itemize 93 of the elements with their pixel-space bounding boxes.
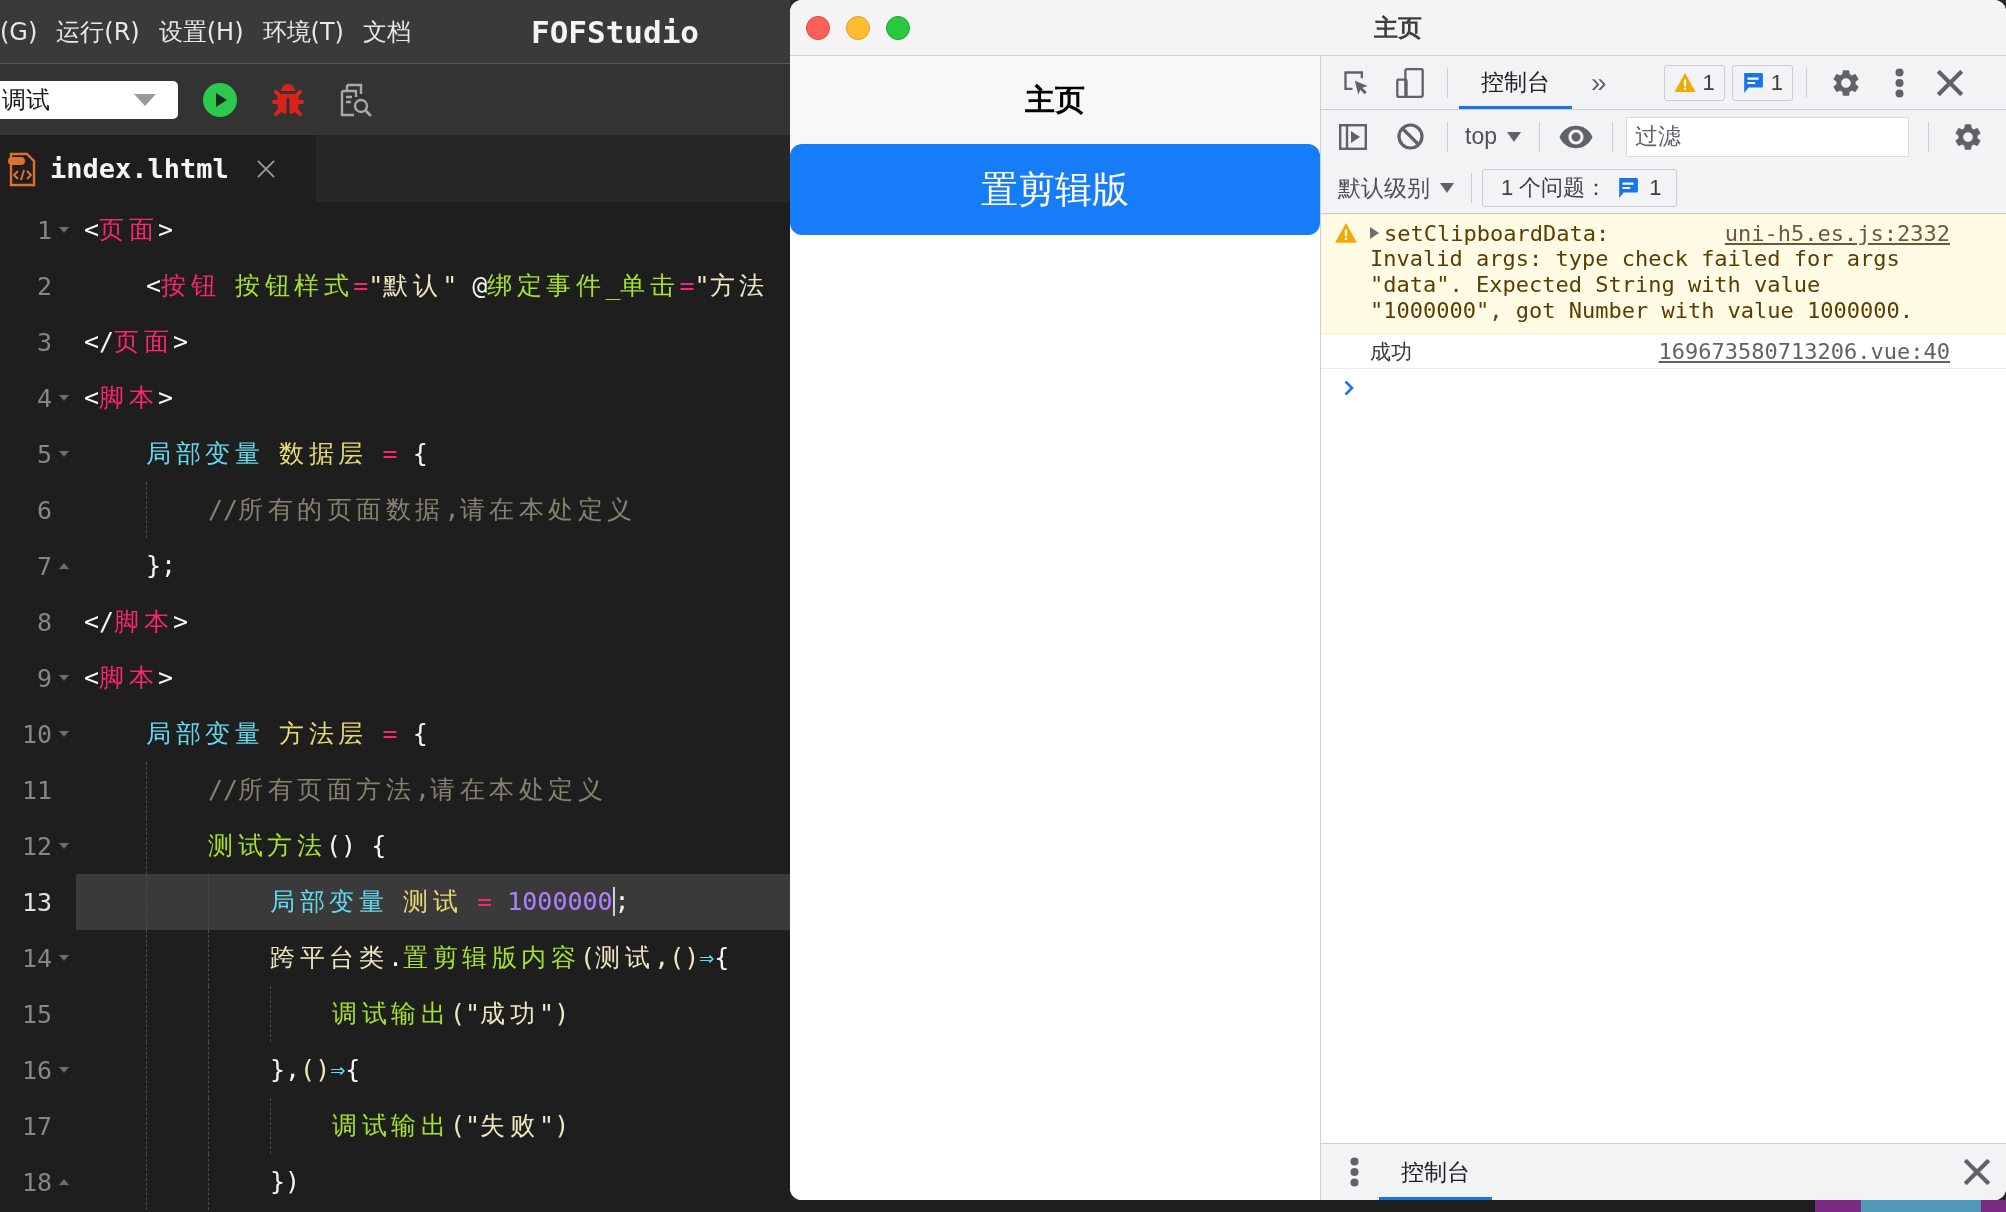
caret-up-icon[interactable] <box>59 1179 69 1185</box>
line-number: 3 <box>36 327 52 357</box>
caret-down-icon[interactable] <box>59 1067 69 1073</box>
more-options-icon[interactable] <box>1350 1157 1359 1187</box>
close-icon[interactable] <box>256 159 275 178</box>
caret-down-icon[interactable] <box>59 227 69 233</box>
app-title: FOFStudio <box>531 13 700 50</box>
inspect-element-icon[interactable] <box>1342 68 1370 97</box>
filter-input[interactable]: 过滤 <box>1626 116 1909 157</box>
zoom-window-button[interactable] <box>886 15 910 40</box>
code-line: <页面> <box>84 214 174 246</box>
code-line: 测试方法() { <box>208 830 387 862</box>
code-line: 局部变量 方法层 = { <box>146 718 428 750</box>
line-number: 15 <box>21 999 52 1029</box>
caret-down-icon <box>134 93 156 106</box>
menu-item[interactable]: 运行(R) <box>56 15 140 48</box>
more-tabs-button[interactable]: » <box>1591 66 1607 99</box>
warnings-counter[interactable]: 1 <box>1663 64 1725 101</box>
line-number: 10 <box>21 719 52 749</box>
line-number: 1 <box>36 215 52 245</box>
caret-up-icon[interactable] <box>59 563 69 569</box>
code-line: }) <box>270 1166 301 1198</box>
caret-down-icon[interactable] <box>59 395 69 401</box>
message-title: setClipboardData: <box>1384 220 1610 246</box>
code-line: <脚本> <box>84 662 174 694</box>
code-line: },()⇒{ <box>270 1054 361 1086</box>
context-dropdown[interactable]: top <box>1465 123 1521 150</box>
clear-console-icon[interactable] <box>1397 123 1424 150</box>
menu-item[interactable]: 设置(H) <box>158 15 244 48</box>
menu-item[interactable]: 环境(T) <box>262 15 344 48</box>
caret-down-icon[interactable] <box>59 731 69 737</box>
menu-item[interactable]: (G) <box>0 17 38 46</box>
caret-down-icon[interactable] <box>59 843 69 849</box>
code-line: </脚本> <box>84 606 189 638</box>
line-number: 18 <box>21 1167 52 1197</box>
code-line: //所有的页面数据,请在本处定义 <box>208 494 637 526</box>
code-line: </页面> <box>84 326 189 358</box>
close-icon[interactable] <box>1937 69 1964 96</box>
line-number: 14 <box>21 943 52 973</box>
prompt-chevron-icon <box>1344 380 1354 396</box>
line-number: 4 <box>36 383 52 413</box>
line-number: 13 <box>21 887 52 917</box>
sidebar-toggle-icon[interactable] <box>1339 123 1367 150</box>
page-title: 主页 <box>1025 81 1085 118</box>
caret-down-icon[interactable] <box>59 675 69 681</box>
line-number: 5 <box>36 439 52 469</box>
code-line: //所有页面方法,请在本处定义 <box>208 774 608 806</box>
line-number: 2 <box>36 271 52 301</box>
file-tab[interactable]: index.lhtml <box>0 135 316 202</box>
source-link[interactable]: uni-h5.es.js:2332 <box>1724 220 1950 246</box>
document-search-icon[interactable] <box>339 82 373 117</box>
expand-triangle-icon[interactable] <box>1370 227 1379 239</box>
close-icon[interactable] <box>1964 1159 1990 1185</box>
message-text: 成功 <box>1370 338 1412 365</box>
caret-down-icon[interactable] <box>59 451 69 457</box>
caret-down-icon[interactable] <box>59 955 69 961</box>
line-number: 6 <box>36 495 52 525</box>
line-number: 7 <box>36 551 52 581</box>
line-number: 17 <box>21 1111 52 1141</box>
line-number: 8 <box>36 607 52 637</box>
caret-down-icon <box>1440 183 1454 193</box>
code-line: <按钮 按钮样式="默认" @绑定事件_单击="方法 <box>146 270 769 302</box>
source-link[interactable]: 169673580713206.vue:40 <box>1658 339 1950 364</box>
code-line: 调试输出("成功") <box>332 998 570 1030</box>
device-toolbar-icon[interactable] <box>1396 67 1424 98</box>
message-icon <box>1617 177 1640 199</box>
close-window-button[interactable] <box>806 15 830 40</box>
code-line: 跨平台类.置剪辑版内容(测试,()⇒{ <box>270 942 730 974</box>
code-line: <脚本> <box>84 382 174 414</box>
line-number: 11 <box>21 775 52 805</box>
messages-counter[interactable]: 1 <box>1731 64 1794 101</box>
code-line: 调试输出("失败") <box>332 1110 570 1142</box>
line-number: 16 <box>21 1055 52 1085</box>
line-number: 9 <box>36 663 52 693</box>
line-number: 12 <box>21 831 52 861</box>
log-level-dropdown[interactable]: 默认级别 <box>1338 172 1454 204</box>
warning-icon <box>1673 72 1696 93</box>
code-line: }; <box>146 550 177 582</box>
more-options-icon[interactable] <box>1895 67 1905 98</box>
bug-icon[interactable] <box>272 83 304 116</box>
issues-button[interactable]: 1 个问题： 1 <box>1482 169 1677 207</box>
play-icon[interactable] <box>203 82 237 117</box>
primary-button[interactable]: 置剪辑版 <box>790 144 1320 235</box>
caret-down-icon <box>1507 131 1521 142</box>
window-title: 主页 <box>1374 12 1422 43</box>
code-line: 局部变量 测试 = 1000000; <box>270 886 630 918</box>
warning-icon <box>1334 223 1357 243</box>
code-line: 局部变量 数据层 = { <box>146 438 428 470</box>
file-icon <box>8 150 36 187</box>
menu-item[interactable]: 文档 <box>362 15 411 48</box>
message-icon <box>1741 71 1764 94</box>
message-text: Invalid args: type check failed for args "data". Expected String with value "1000000", got Number with value 1000000. <box>1370 246 1915 324</box>
mode-dropdown[interactable]: 调试 <box>0 80 178 119</box>
